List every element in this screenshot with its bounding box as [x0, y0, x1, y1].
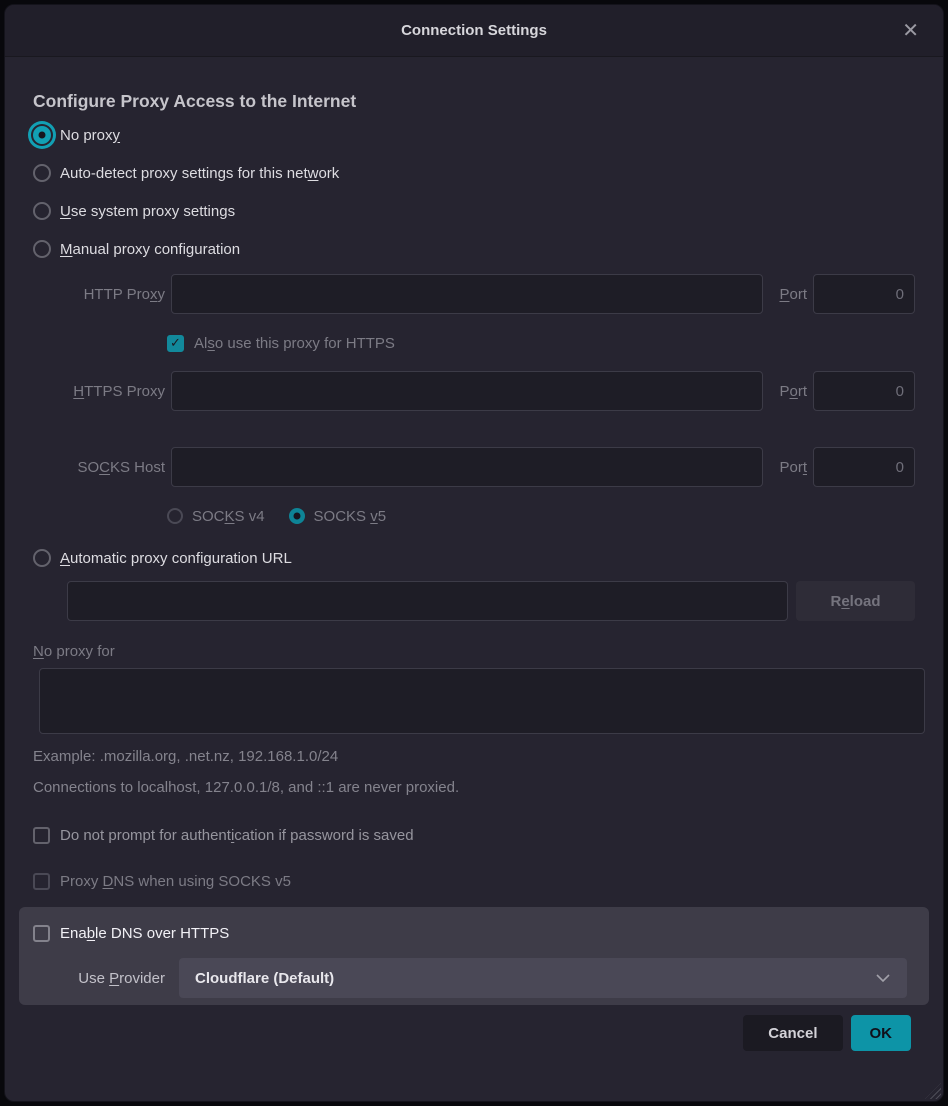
use-provider-label: Use Provider	[33, 970, 179, 987]
radio-option-socks-v4[interactable]: SOCKS v4	[167, 501, 265, 531]
http-proxy-input[interactable]	[171, 274, 763, 314]
radio-label: No proxy	[60, 127, 120, 144]
radio-icon	[33, 202, 51, 220]
socks-host-input[interactable]	[171, 447, 763, 487]
https-proxy-input[interactable]	[171, 371, 763, 411]
auth-prompt-checkbox-row[interactable]: Do not prompt for authentication if pass…	[33, 822, 915, 848]
proxy-dns-checkbox-row[interactable]: Proxy DNS when using SOCKS v5	[33, 868, 915, 894]
socks-version-row: SOCKS v4 SOCKS v5	[167, 501, 915, 531]
provider-selected-value: Cloudflare (Default)	[195, 970, 334, 987]
http-proxy-label: HTTP Proxy	[33, 286, 165, 303]
http-port-input[interactable]	[813, 274, 915, 314]
http-proxy-row: HTTP Proxy Port	[33, 274, 915, 314]
dialog-content: Configure Proxy Access to the Internet N…	[5, 91, 943, 1051]
example-note: Example: .mozilla.org, .net.nz, 192.168.…	[33, 748, 915, 765]
ok-button[interactable]: OK	[851, 1015, 912, 1051]
radio-label: Auto-detect proxy settings for this netw…	[60, 165, 339, 182]
http-port-label: Port	[779, 286, 807, 303]
resize-grip[interactable]	[925, 1083, 941, 1099]
radio-icon	[33, 164, 51, 182]
reload-button[interactable]: Reload	[796, 581, 915, 621]
no-proxy-for-label: No proxy for	[33, 643, 915, 660]
radio-option-autoproxy-url[interactable]: Automatic proxy configuration URL	[33, 543, 915, 573]
radio-label: Use system proxy settings	[60, 203, 235, 220]
radio-option-no-proxy[interactable]: No proxy	[33, 120, 915, 150]
checkbox-icon	[33, 925, 50, 942]
chevron-down-icon	[875, 973, 891, 983]
radio-label: Manual proxy configuration	[60, 241, 240, 258]
checkbox-label: Proxy DNS when using SOCKS v5	[60, 873, 291, 890]
dialog-title: Connection Settings	[401, 22, 547, 39]
dialog-buttons: Cancel OK	[33, 1015, 915, 1051]
titlebar: Connection Settings ✕	[5, 5, 943, 57]
checkbox-label: Also use this proxy for HTTPS	[194, 335, 395, 352]
provider-row: Use Provider Cloudflare (Default)	[33, 958, 907, 998]
dns-over-https-section: Enable DNS over HTTPS Use Provider Cloud…	[19, 907, 929, 1005]
also-https-checkbox-row[interactable]: ✓ Also use this proxy for HTTPS	[167, 330, 915, 356]
radio-option-system-proxy[interactable]: Use system proxy settings	[33, 196, 915, 226]
radio-icon	[33, 126, 51, 144]
socks-port-input[interactable]	[813, 447, 915, 487]
radio-icon	[289, 508, 305, 524]
checkbox-icon	[33, 827, 50, 844]
provider-select[interactable]: Cloudflare (Default)	[179, 958, 907, 998]
radio-option-socks-v5[interactable]: SOCKS v5	[289, 501, 387, 531]
no-proxy-for-textarea[interactable]	[39, 668, 925, 734]
radio-icon	[33, 240, 51, 258]
enable-doh-checkbox-row[interactable]: Enable DNS over HTTPS	[33, 920, 907, 946]
socks-port-label: Port	[779, 459, 807, 476]
radio-icon	[167, 508, 183, 524]
https-proxy-row: HTTPS Proxy Port	[33, 371, 915, 411]
socks-host-label: SOCKS Host	[33, 459, 165, 476]
localhost-note: Connections to localhost, 127.0.0.1/8, a…	[33, 779, 915, 796]
checkbox-icon: ✓	[167, 335, 184, 352]
socks-host-row: SOCKS Host Port	[33, 447, 915, 487]
autoproxy-url-input[interactable]	[67, 581, 788, 621]
radio-icon	[33, 549, 51, 567]
autoproxy-url-row: Reload	[67, 581, 915, 621]
radio-label: Automatic proxy configuration URL	[60, 550, 292, 567]
radio-label: SOCKS v5	[314, 508, 387, 525]
radio-option-manual-proxy[interactable]: Manual proxy configuration	[33, 234, 915, 264]
radio-option-auto-detect[interactable]: Auto-detect proxy settings for this netw…	[33, 158, 915, 188]
page-title: Configure Proxy Access to the Internet	[33, 91, 915, 112]
close-icon[interactable]: ✕	[896, 17, 925, 45]
connection-settings-dialog: Connection Settings ✕ Configure Proxy Ac…	[4, 4, 944, 1102]
https-port-input[interactable]	[813, 371, 915, 411]
checkbox-label: Enable DNS over HTTPS	[60, 925, 229, 942]
checkbox-icon	[33, 873, 50, 890]
https-proxy-label: HTTPS Proxy	[33, 383, 165, 400]
cancel-button[interactable]: Cancel	[743, 1015, 842, 1051]
checkbox-label: Do not prompt for authentication if pass…	[60, 827, 414, 844]
https-port-label: Port	[779, 383, 807, 400]
radio-label: SOCKS v4	[192, 508, 265, 525]
